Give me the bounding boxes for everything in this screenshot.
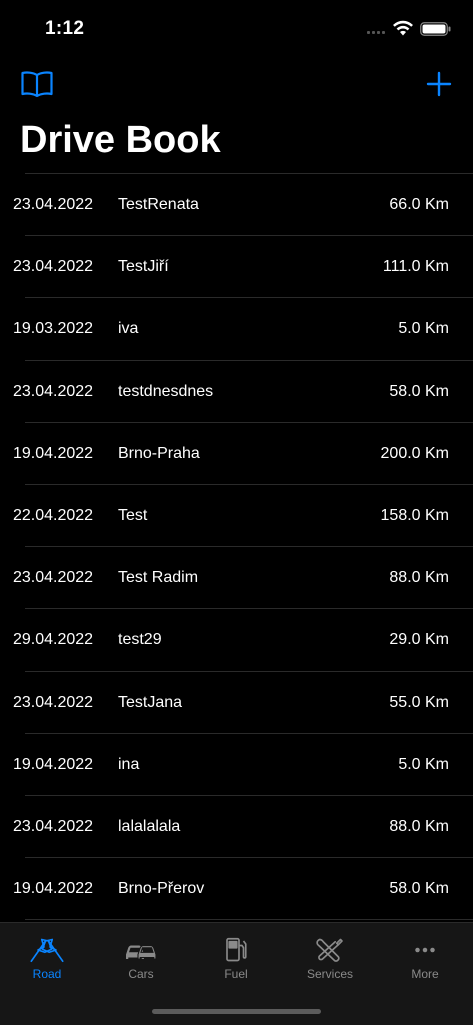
ride-name: test29	[118, 631, 162, 649]
list-item[interactable]: 23.04.2022 TestJiří 111.0 Km	[0, 236, 473, 299]
list-item[interactable]: 23.04.2022 lalalalala 88.0 Km	[0, 796, 473, 859]
tab-services[interactable]: Services	[283, 929, 377, 985]
ride-distance: 58.0 Km	[389, 880, 449, 898]
ride-name: ina	[118, 755, 140, 773]
ride-date: 19.04.2022	[13, 755, 94, 773]
cars-icon	[126, 944, 157, 960]
ride-distance: 55.0 Km	[389, 693, 449, 711]
tab-bar: Road Cars Fuel Services More	[0, 922, 473, 1025]
ride-distance: 29.0 Km	[389, 631, 449, 649]
ride-name: TestRenata	[118, 196, 199, 213]
ride-name: TestJiří	[118, 258, 169, 276]
ride-date: 22.04.2022	[13, 506, 94, 524]
ride-name: Test	[118, 506, 148, 524]
ride-distance: 200.0 Km	[380, 444, 449, 462]
ride-distance: 88.0 Km	[389, 817, 449, 835]
wrench-screwdriver-icon	[316, 938, 343, 962]
ride-date: 23.04.2022	[13, 569, 94, 587]
list-item[interactable]: 19.03.2022 iva 5.0 Km	[0, 298, 473, 361]
ride-date: 23.04.2022	[13, 817, 94, 835]
list-item[interactable]: 23.04.2022 TestJana 55.0 Km	[0, 672, 473, 734]
ride-name: Brno-Přerov	[118, 880, 205, 898]
tab-label: More	[411, 967, 439, 981]
list-item[interactable]: 23.04.2022 Test Radim 88.0 Km	[0, 547, 473, 610]
list-item[interactable]: 23.04.2022 TestRenata 66.0 Km	[0, 174, 473, 237]
fuel-pump-icon	[226, 937, 247, 962]
list-item[interactable]: 23.04.2022 testdnesdnes 58.0 Km	[0, 361, 473, 423]
ride-date: 23.04.2022	[13, 693, 94, 711]
book-icon[interactable]	[20, 70, 54, 98]
ride-name: Brno-Praha	[118, 444, 200, 462]
ride-date: 19.04.2022	[13, 880, 94, 898]
wifi-icon	[393, 20, 413, 36]
ride-date: 29.04.2022	[13, 631, 94, 649]
battery-icon	[420, 22, 451, 36]
tab-cars[interactable]: Cars	[94, 929, 188, 985]
ride-name: iva	[118, 320, 139, 338]
tab-label: Cars	[128, 967, 154, 981]
ride-name: lalalalala	[118, 817, 181, 835]
road-flags-icon	[30, 938, 64, 963]
tab-more[interactable]: More	[378, 929, 472, 985]
ride-date: 19.03.2022	[13, 320, 94, 338]
tab-fuel[interactable]: Fuel	[189, 929, 283, 985]
home-indicator	[152, 1009, 321, 1014]
list-item[interactable]: 19.04.2022 Brno-Praha 200.0 Km	[0, 423, 473, 485]
ride-distance: 111.0 Km	[382, 258, 449, 276]
cellular-signal-icon	[367, 31, 385, 34]
status-time: 1:12	[45, 18, 85, 39]
list-item[interactable]: 22.04.2022 Test 158.0 Km	[0, 485, 473, 548]
list-item[interactable]: 19.04.2022 Brno-Přerov 58.0 Km	[0, 858, 473, 921]
rides-list: 23.04.2022 TestRenata 66.0 Km 23.04.2022…	[0, 173, 473, 921]
ride-name: testdnesdnes	[118, 382, 214, 400]
ride-distance: 5.0 Km	[398, 320, 449, 338]
page-title: Drive Book	[20, 119, 221, 161]
ride-distance: 158.0 Km	[380, 506, 449, 524]
plus-icon[interactable]	[425, 70, 453, 98]
tab-label: Road	[32, 967, 62, 981]
ride-date: 23.04.2022	[13, 258, 94, 276]
more-dots-icon	[415, 947, 435, 953]
tab-label: Fuel	[224, 967, 248, 981]
ride-date: 23.04.2022	[13, 382, 94, 400]
ride-distance: 5.0 Km	[398, 755, 449, 773]
ride-distance: 88.0 Km	[389, 569, 449, 587]
ride-name: Test Radim	[118, 569, 199, 587]
tab-road[interactable]: Road	[0, 929, 94, 985]
status-bar: 1:12	[0, 0, 473, 60]
ride-date: 23.04.2022	[13, 196, 94, 213]
list-item[interactable]: 19.04.2022 ina 5.0 Km	[0, 734, 473, 796]
row-divider	[25, 919, 473, 921]
ride-distance: 66.0 Km	[389, 196, 449, 213]
tab-label: Services	[306, 967, 353, 981]
ride-distance: 58.0 Km	[389, 382, 449, 400]
ride-name: TestJana	[118, 693, 183, 711]
list-item[interactable]: 29.04.2022 test29 29.0 Km	[0, 609, 473, 672]
ride-date: 19.04.2022	[13, 444, 94, 462]
